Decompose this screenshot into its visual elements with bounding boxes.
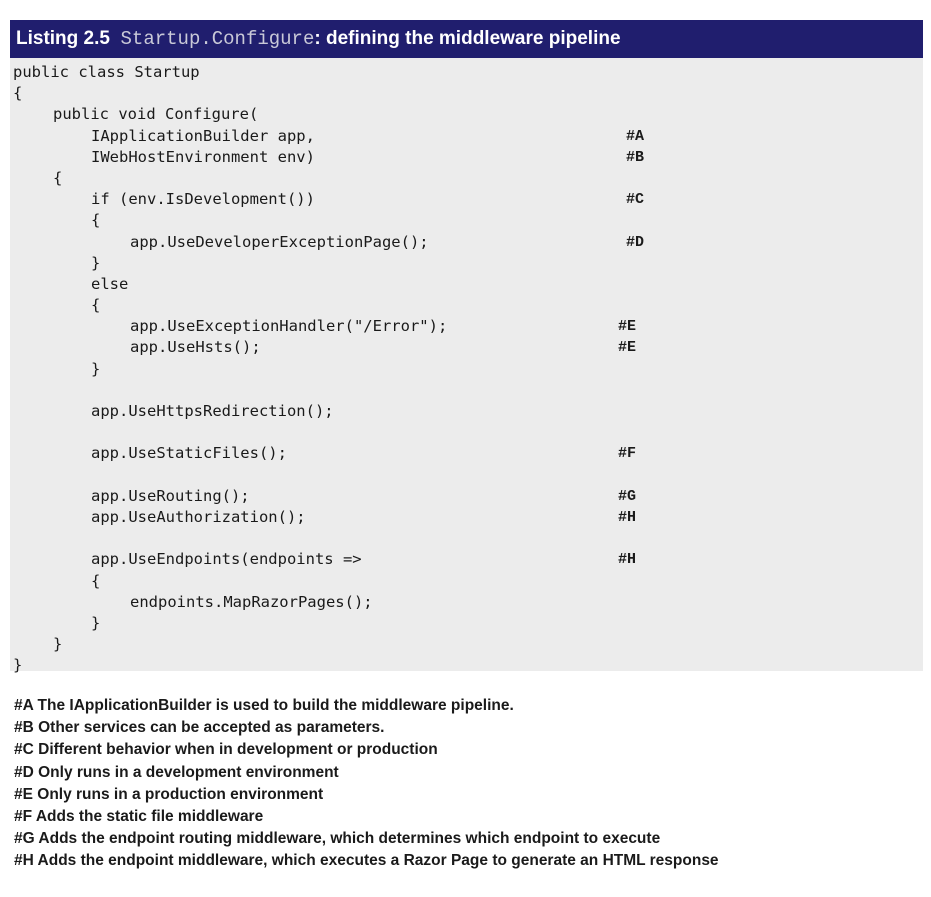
- code-line: {: [10, 295, 923, 316]
- code-line: app.UseStaticFiles(); #F: [10, 443, 923, 464]
- code-text: }: [91, 253, 101, 272]
- code-line: public class Startup: [10, 62, 923, 83]
- code-line: }: [10, 613, 923, 634]
- code-annotation-marker: #C: [626, 191, 645, 209]
- code-text: }: [13, 656, 23, 675]
- code-text: app.UseRouting();: [91, 486, 250, 505]
- code-text: {: [13, 84, 23, 103]
- code-line: {: [10, 210, 923, 231]
- code-line: {: [10, 83, 923, 104]
- code-text: }: [91, 613, 101, 632]
- code-annotation-marker: #A: [626, 127, 645, 145]
- annotation-note: #F Adds the static file middleware: [14, 807, 264, 825]
- code-text: {: [91, 211, 101, 230]
- code-annotation-marker: #B: [626, 148, 645, 166]
- code-text: }: [91, 359, 101, 378]
- code-text: if (env.IsDevelopment()): [91, 190, 315, 209]
- code-line: app.UseHsts(); #E: [10, 337, 923, 358]
- code-text: endpoints.MapRazorPages();: [130, 592, 373, 611]
- listing-title: : defining the middleware pipeline: [314, 28, 621, 49]
- code-line: {: [10, 168, 923, 189]
- code-listing: Listing 2.5 Startup.Configure : defining…: [10, 20, 923, 674]
- code-text: {: [91, 571, 101, 590]
- code-line: app.UseHttpsRedirection();: [10, 401, 923, 422]
- annotation-note: #G Adds the endpoint routing middleware,…: [14, 830, 661, 848]
- code-line: app.UseExceptionHandler("/Error"); #E: [10, 316, 923, 337]
- code-text: app.UseDeveloperExceptionPage();: [130, 232, 429, 251]
- code-text: app.UseStaticFiles();: [91, 444, 287, 463]
- code-text: app.UseHsts();: [130, 338, 261, 357]
- annotation-notes: #A The IApplicationBuilder is used to bu…: [14, 695, 719, 873]
- code-text: IWebHostEnvironment env): [91, 147, 315, 166]
- code-line: IApplicationBuilder app, #A: [10, 126, 923, 147]
- code-annotation-marker: #D: [626, 233, 645, 251]
- code-line: }: [10, 253, 923, 274]
- annotation-note: #D Only runs in a development environmen…: [14, 763, 339, 781]
- code-text: IApplicationBuilder app,: [91, 126, 315, 145]
- annotation-note: #E Only runs in a production environment: [14, 785, 324, 803]
- code-line: }: [10, 655, 923, 676]
- code-text: app.UseEndpoints(endpoints =>: [91, 550, 362, 569]
- listing-label: Listing 2.5: [16, 28, 110, 49]
- code-line: IWebHostEnvironment env) #B: [10, 147, 923, 168]
- code-line: }: [10, 359, 923, 380]
- code-text: app.UseExceptionHandler("/Error");: [130, 317, 448, 336]
- code-line: app.UseDeveloperExceptionPage(); #D: [10, 232, 923, 253]
- code-annotation-marker: #E: [618, 339, 637, 357]
- code-text: }: [53, 635, 63, 654]
- code-annotation-marker: #E: [618, 318, 637, 336]
- code-line: endpoints.MapRazorPages();: [10, 592, 923, 613]
- code-line: else: [10, 274, 923, 295]
- code-text: else: [91, 274, 129, 293]
- code-text: {: [91, 296, 101, 315]
- code-line: app.UseEndpoints(endpoints => #H: [10, 549, 923, 570]
- code-block: public class Startup { public void Configu…: [10, 58, 923, 674]
- code-annotation-marker: #H: [618, 551, 637, 569]
- annotation-note: #H Adds the endpoint middleware, which e…: [14, 852, 719, 870]
- code-line: {: [10, 571, 923, 592]
- code-annotation-marker: #F: [618, 445, 637, 463]
- code-line: if (env.IsDevelopment()) #C: [10, 189, 923, 210]
- code-text: app.UseHttpsRedirection();: [91, 402, 334, 420]
- code-line: app.UseRouting(); #G: [10, 486, 923, 507]
- annotation-note: #B Other services can be accepted as par…: [14, 719, 385, 737]
- code-text: public void Configure(: [53, 105, 259, 124]
- annotation-note: #C Different behavior when in developmen…: [14, 741, 438, 759]
- code-annotation-marker: #H: [618, 508, 637, 526]
- code-text: public class Startup: [13, 63, 200, 81]
- listing-header: Listing 2.5 Startup.Configure : defining…: [10, 20, 923, 58]
- code-line: }: [10, 634, 923, 655]
- code-line: public void Configure(: [10, 104, 923, 125]
- code-annotation-marker: #G: [618, 487, 637, 505]
- code-text: app.UseAuthorization();: [91, 507, 306, 526]
- code-line: app.UseAuthorization(); #H: [10, 507, 923, 528]
- annotation-note: #A The IApplicationBuilder is used to bu…: [14, 697, 514, 714]
- listing-code-name: Startup.Configure: [120, 28, 315, 50]
- code-text: {: [53, 168, 63, 187]
